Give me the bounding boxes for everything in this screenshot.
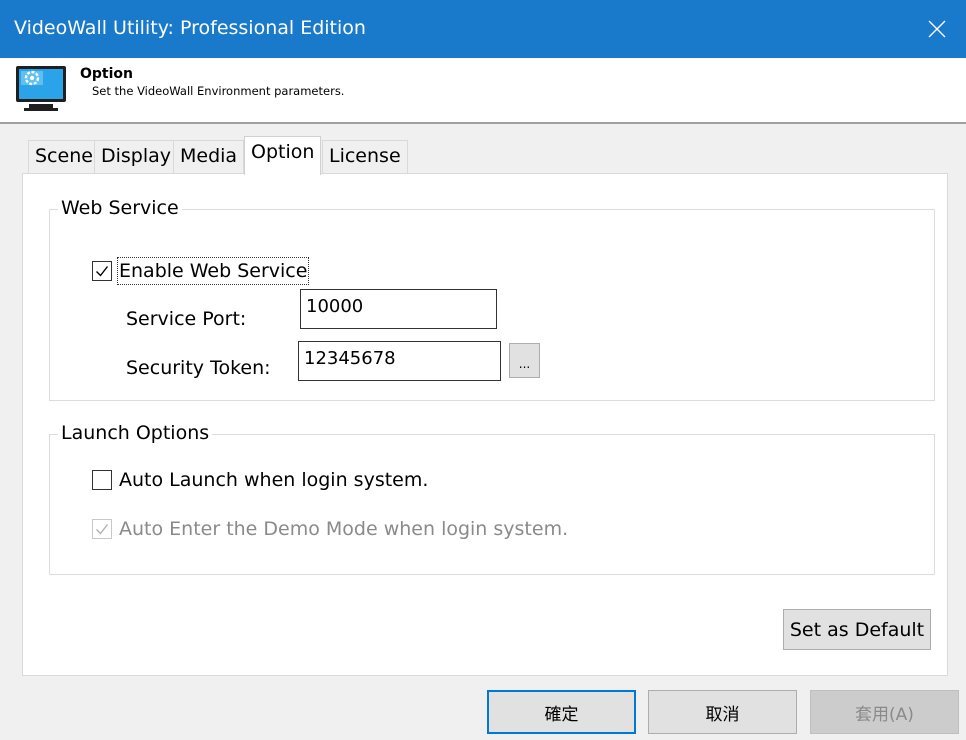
auto-launch-label[interactable]: Auto Launch when login system.: [119, 468, 428, 492]
token-browse-button[interactable]: ...: [509, 343, 540, 378]
security-token-input[interactable]: 12345678: [298, 341, 501, 381]
title-bar: VideoWall Utility: Professional Edition: [0, 0, 966, 58]
auto-demo-label[interactable]: Auto Enter the Demo Mode when login syst…: [119, 517, 568, 541]
close-button[interactable]: [908, 0, 966, 58]
header-subtitle: Set the VideoWall Environment parameters…: [92, 84, 345, 98]
tab-display[interactable]: Display: [94, 140, 179, 174]
checkmark-icon: [96, 266, 109, 277]
launch-options-group: Launch Options Auto Launch when login sy…: [49, 421, 935, 575]
option-tab-panel: Web Service Enable Web Service Service P…: [22, 173, 948, 676]
launch-options-group-label: Launch Options: [58, 421, 213, 445]
service-port-input[interactable]: 10000: [300, 289, 497, 329]
auto-launch-checkbox[interactable]: [92, 470, 112, 490]
enable-web-service-checkbox[interactable]: [92, 261, 112, 281]
auto-demo-checkbox[interactable]: [92, 519, 112, 539]
tab-scene[interactable]: Scene: [28, 140, 100, 174]
close-icon: [928, 20, 946, 38]
ok-button[interactable]: 確定: [487, 690, 636, 734]
web-service-group: Web Service Enable Web Service Service P…: [49, 196, 935, 401]
header-banner: Option Set the VideoWall Environment par…: [0, 58, 966, 124]
tab-license[interactable]: License: [322, 140, 408, 174]
set-as-default-button[interactable]: Set as Default: [783, 609, 931, 650]
tab-option[interactable]: Option: [244, 136, 322, 175]
tab-media[interactable]: Media: [173, 140, 245, 174]
header-title: Option: [80, 66, 133, 82]
window-title: VideoWall Utility: Professional Edition: [14, 17, 366, 39]
service-port-label: Service Port:: [126, 308, 247, 330]
cancel-button[interactable]: 取消: [648, 690, 797, 734]
enable-web-service-label[interactable]: Enable Web Service: [116, 257, 310, 285]
apply-button[interactable]: 套用(A): [810, 690, 959, 734]
security-token-label: Security Token:: [126, 357, 271, 379]
checkmark-icon: [96, 524, 109, 535]
web-service-group-label: Web Service: [58, 196, 182, 220]
monitor-gear-icon: [16, 66, 66, 111]
